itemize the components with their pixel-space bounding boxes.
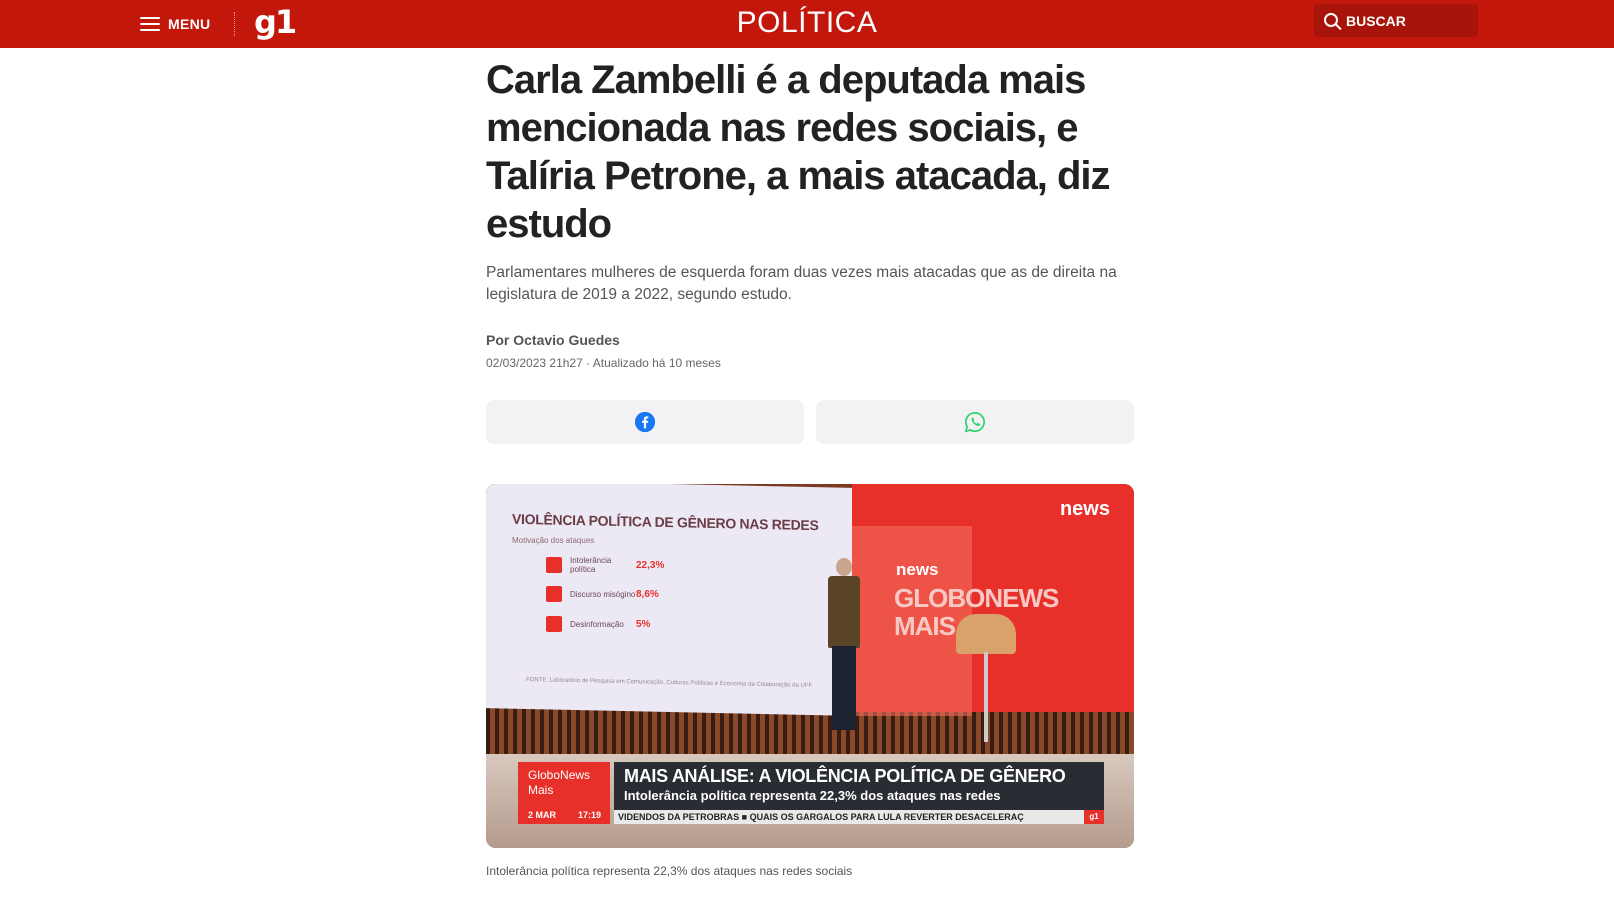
article-byline: Por Octavio Guedes [486, 332, 620, 348]
search-label: BUSCAR [1346, 12, 1406, 29]
article-headline: Carla Zambelli é a deputada mais mencion… [486, 58, 1111, 246]
facebook-icon [634, 411, 656, 433]
whatsapp-icon [964, 412, 985, 433]
screen-row: Discurso misógino 8,6% [546, 586, 659, 602]
image-caption: Intolerância política representa 22,3% d… [486, 864, 853, 878]
header-divider [234, 12, 235, 36]
share-whatsapp-button[interactable] [816, 400, 1134, 444]
lower-third-text: MAIS ANÁLISE: A VIOLÊNCIA POLÍTICA DE GÊ… [614, 762, 1104, 810]
lower-third-headline: MAIS ANÁLISE: A VIOLÊNCIA POLÍTICA DE GÊ… [624, 766, 1066, 786]
studio-chair-leg [984, 652, 988, 742]
studio-chair [956, 614, 1016, 654]
g1-badge: g1 [1084, 810, 1104, 824]
exclamation-icon [546, 557, 562, 573]
broadcast-date: 2 MAR [528, 810, 557, 820]
menu-button[interactable]: MENU [140, 12, 210, 36]
presenter-figure [826, 558, 862, 738]
square-icon [546, 616, 562, 632]
top-bar: MENU g1 POLÍTICA BUSCAR [0, 0, 1614, 48]
g1-logo[interactable]: g1 [254, 2, 297, 42]
screen-row: Desinformação 5% [546, 616, 650, 632]
hamburger-icon [140, 17, 160, 31]
globonews-logo-mid: news [896, 560, 939, 579]
channel-box: GloboNews Mais 2 MAR 17:19 [518, 762, 610, 824]
news-ticker: VIDENDOS DA PETROBRAS ■ QUAIS OS GARGALO… [614, 810, 1084, 824]
screen-row: Intolerância política 22,3% [546, 556, 664, 574]
screen-subtitle: Motivação dos ataques [512, 536, 595, 545]
video-player[interactable]: VIOLÊNCIA POLÍTICA DE GÊNERO NAS REDES M… [486, 484, 1134, 848]
broadcast-time: 17:19 [578, 810, 602, 820]
share-facebook-button[interactable] [486, 400, 804, 444]
globonews-logo-top: news [1059, 498, 1110, 520]
channel-name: GloboNews Mais [528, 768, 591, 797]
speech-bubble-icon [546, 586, 562, 602]
article-subtitle: Parlamentares mulheres de esquerda foram… [486, 264, 1117, 303]
search-button[interactable]: BUSCAR [1314, 4, 1478, 37]
search-icon [1324, 12, 1338, 27]
lower-third-subline: Intolerância política representa 22,3% d… [624, 788, 1001, 803]
lower-third: GloboNews Mais 2 MAR 17:19 MAIS ANÁLISE:… [518, 762, 1104, 824]
article-dateline: 02/03/2023 21h27 · Atualizado há 10 mese… [486, 356, 721, 370]
menu-label: MENU [168, 16, 211, 32]
